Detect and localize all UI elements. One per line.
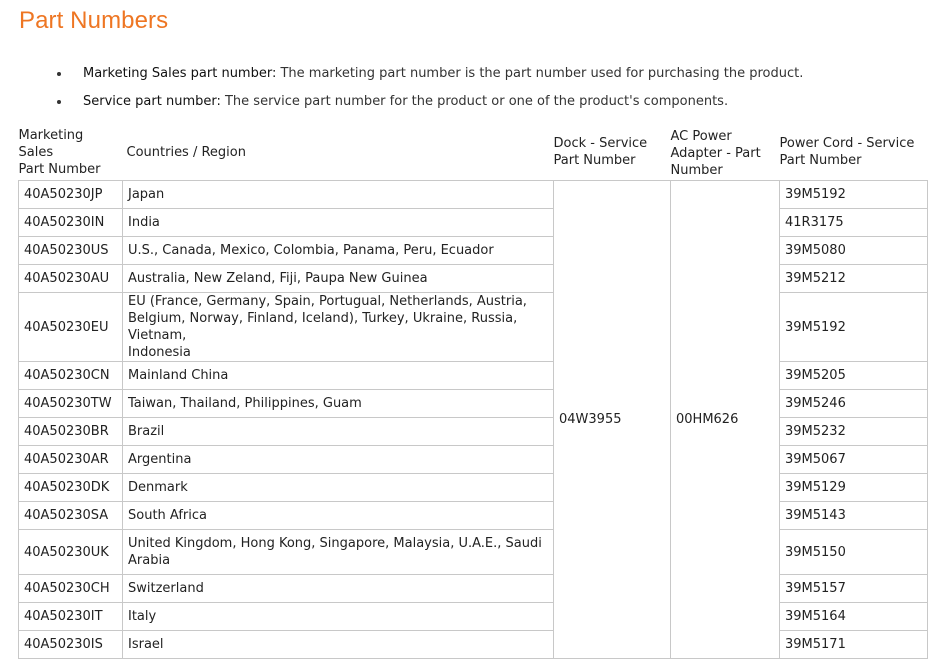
cell-marketing-pn: 40A50230IN [18, 208, 123, 237]
header-countries: Countries / Region [126, 144, 246, 160]
table-row: 40A50230SA South Africa 39M5143 [18, 501, 928, 530]
region-line: Belgium, Norway, Finland, Iceland), Turk… [128, 311, 518, 343]
cell-dock-service-pn: 04W3955 [553, 180, 671, 659]
header-line: Power Cord - Service [779, 136, 915, 151]
cell-power-cord-pn: 39M5080 [779, 236, 928, 265]
cell-marketing-pn: 40A50230US [18, 236, 123, 265]
header-marketing-pn: Marketing Sales Part Number [19, 125, 123, 181]
cell-region: Denmark [122, 473, 554, 502]
bullet-marketing-pn: Marketing Sales part number: The marketi… [56, 66, 803, 94]
table-row: 40A50230AU Australia, New Zeland, Fiji, … [18, 264, 928, 293]
header-line: Adapter - Part [670, 145, 761, 161]
cell-region: Taiwan, Thailand, Philippines, Guam [122, 389, 554, 418]
header-power-cord-pn: Power Cord - Service Part Number [780, 125, 928, 181]
bullet-description: The marketing part number is the part nu… [276, 66, 804, 81]
table-row: 40A50230AR Argentina 39M5067 [18, 445, 928, 474]
cell-marketing-pn: 40A50230TW [18, 389, 123, 418]
cell-marketing-pn: 40A50230IS [18, 630, 123, 659]
header-line: Number [670, 162, 723, 178]
cell-power-cord-pn: 39M5192 [779, 180, 928, 209]
cell-marketing-pn: 40A50230DK [18, 473, 123, 502]
table-row: 40A50230CN Mainland China 39M5205 [18, 361, 928, 390]
cell-marketing-pn: 40A50230BR [18, 417, 123, 446]
definition-list: Marketing Sales part number: The marketi… [56, 66, 803, 122]
header-line: Dock - Service [553, 136, 648, 151]
bullet-service-pn: Service part number: The service part nu… [56, 94, 803, 122]
cell-marketing-pn: 40A50230CN [18, 361, 123, 390]
header-line: Part Number [553, 153, 636, 168]
cell-power-cord-pn: 39M5164 [779, 602, 928, 631]
page-title: Part Numbers [19, 7, 169, 34]
table-row: 40A50230BR Brazil 39M5232 [18, 417, 928, 446]
cell-marketing-pn: 40A50230SA [18, 501, 123, 530]
region-line: Arabia [128, 553, 171, 568]
cell-region: U.S., Canada, Mexico, Colombia, Panama, … [122, 236, 554, 265]
bullet-dot-icon [57, 100, 61, 104]
header-line: Marketing Sales [18, 127, 84, 160]
part-numbers-table: Marketing Sales Part Number Countries / R… [18, 125, 928, 659]
table-row: 40A50230DK Denmark 39M5129 [18, 473, 928, 502]
cell-region: Australia, New Zeland, Fiji, Paupa New G… [122, 264, 554, 293]
bullet-dot-icon [57, 72, 61, 76]
table-row: 40A50230EU EU (France, Germany, Spain, P… [18, 292, 928, 362]
cell-ac-adapter-pn: 00HM626 [670, 180, 780, 659]
cell-region: EU (France, Germany, Spain, Portugual, N… [122, 292, 554, 362]
cell-region: Israel [122, 630, 554, 659]
cell-region: India [122, 208, 554, 237]
cell-marketing-pn: 40A50230AR [18, 445, 123, 474]
cell-marketing-pn: 40A50230UK [18, 529, 123, 575]
cell-power-cord-pn: 39M5150 [779, 529, 928, 575]
table-row: 40A50230US U.S., Canada, Mexico, Colombi… [18, 236, 928, 265]
cell-power-cord-pn: 39M5212 [779, 264, 928, 293]
cell-region: Argentina [122, 445, 554, 474]
cell-region: Japan [122, 180, 554, 209]
header-line: Part Number [18, 161, 101, 177]
table-row: 40A50230UK United Kingdom, Hong Kong, Si… [18, 529, 928, 575]
cell-power-cord-pn: 39M5246 [779, 389, 928, 418]
cell-region: United Kingdom, Hong Kong, Singapore, Ma… [122, 529, 554, 575]
header-line: Part Number [779, 153, 862, 168]
table-header-row: Marketing Sales Part Number Countries / R… [19, 125, 928, 181]
table-row: 40A50230IT Italy 39M5164 [18, 602, 928, 631]
bullet-term: Marketing Sales part number: [83, 66, 277, 81]
cell-region: South Africa [122, 501, 554, 530]
cell-region: Switzerland [122, 574, 554, 603]
table-row: 40A50230IN India 41R3175 [18, 208, 928, 237]
bullet-description: The service part number for the product … [220, 94, 729, 109]
region-line: Indonesia [128, 345, 191, 360]
cell-marketing-pn: 40A50230JP [18, 180, 123, 209]
table-row: 40A50230TW Taiwan, Thailand, Philippines… [18, 389, 928, 418]
cell-region: Mainland China [122, 361, 554, 390]
cell-power-cord-pn: 39M5232 [779, 417, 928, 446]
cell-marketing-pn: 40A50230AU [18, 264, 123, 293]
table-row: 40A50230IS Israel 39M5171 [18, 630, 928, 659]
cell-power-cord-pn: 41R3175 [779, 208, 928, 237]
cell-marketing-pn: 40A50230CH [18, 574, 123, 603]
cell-power-cord-pn: 39M5157 [779, 574, 928, 603]
cell-power-cord-pn: 39M5143 [779, 501, 928, 530]
cell-marketing-pn: 40A50230EU [18, 292, 123, 362]
region-line: EU (France, Germany, Spain, Portugual, N… [128, 294, 527, 309]
cell-region: Brazil [122, 417, 554, 446]
cell-power-cord-pn: 39M5067 [779, 445, 928, 474]
cell-marketing-pn: 40A50230IT [18, 602, 123, 631]
cell-power-cord-pn: 39M5129 [779, 473, 928, 502]
cell-power-cord-pn: 39M5171 [779, 630, 928, 659]
header-line: AC Power [670, 128, 732, 144]
header-dock-pn: Dock - Service Part Number [554, 125, 671, 181]
cell-power-cord-pn: 39M5205 [779, 361, 928, 390]
bullet-term: Service part number: [83, 94, 221, 109]
table-row: 40A50230CH Switzerland 39M5157 [18, 574, 928, 603]
cell-region: Italy [122, 602, 554, 631]
cell-power-cord-pn: 39M5192 [779, 292, 928, 362]
region-line: United Kingdom, Hong Kong, Singapore, Ma… [128, 536, 542, 551]
header-adapter-pn: AC Power Adapter - Part Number [671, 125, 780, 181]
table-row: 40A50230JP Japan 04W3955 00HM626 39M5192 [18, 180, 928, 659]
